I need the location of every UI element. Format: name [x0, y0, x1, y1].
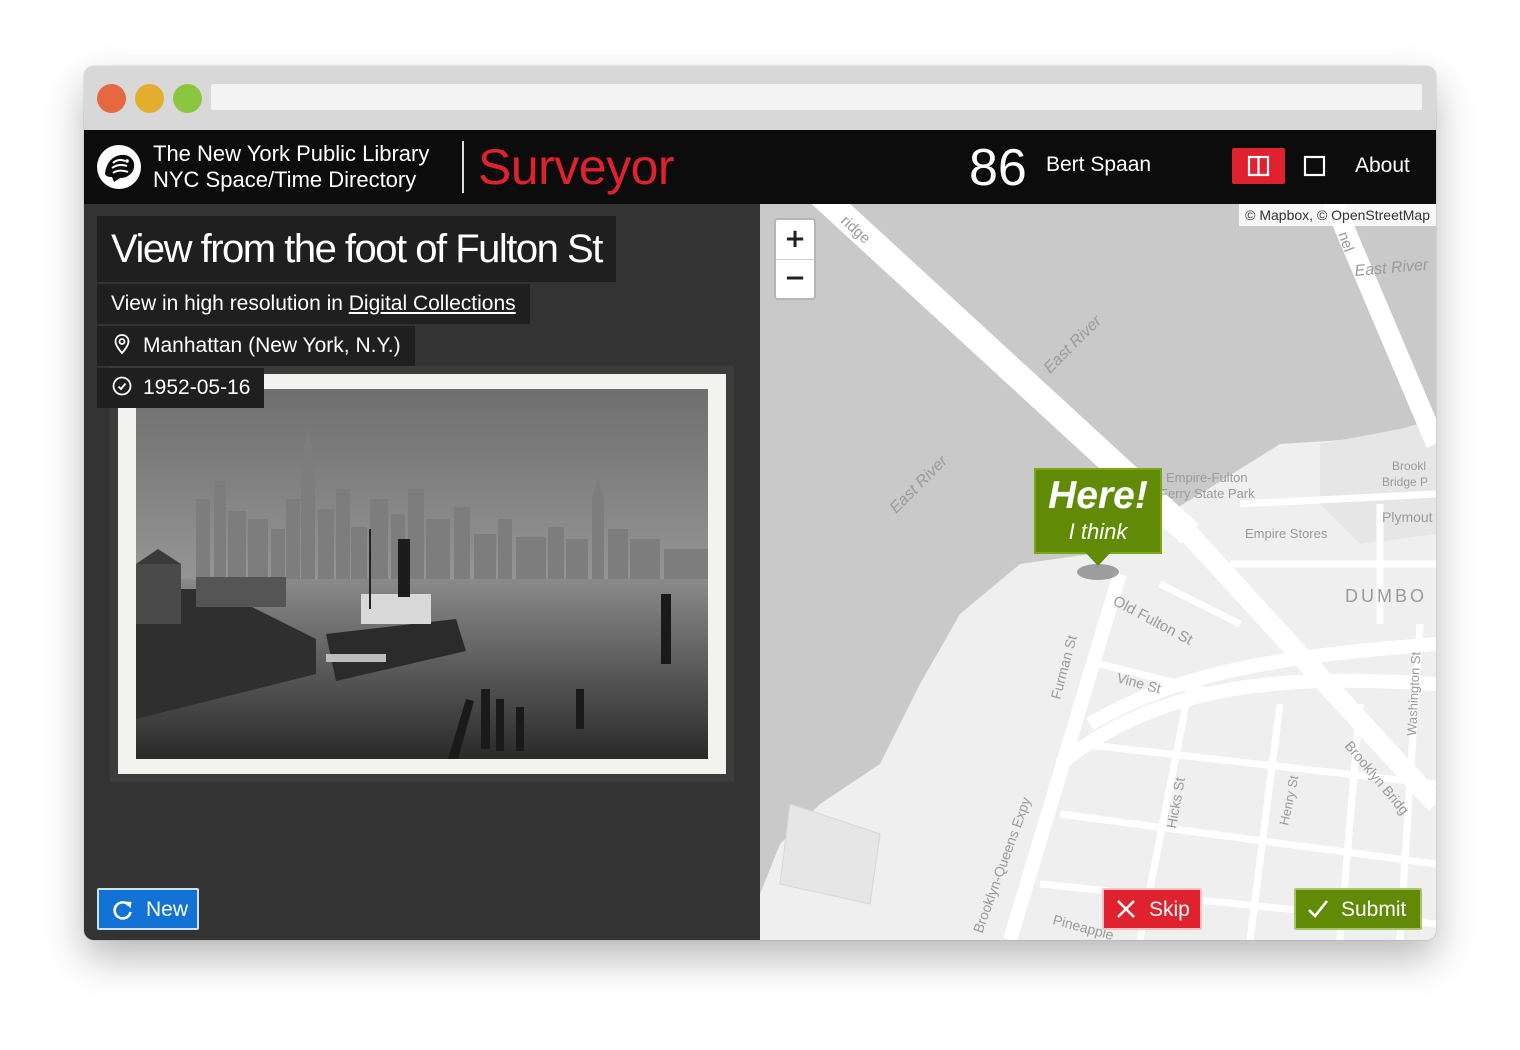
address-bar[interactable]	[211, 84, 1422, 110]
digital-collections-link[interactable]: Digital Collections	[349, 292, 516, 315]
marker-title: Here!	[1048, 474, 1148, 517]
minimize-window-button[interactable]	[135, 84, 164, 113]
split-view-button[interactable]	[1232, 148, 1285, 184]
photo-frame	[110, 366, 734, 782]
maximize-window-button[interactable]	[173, 84, 202, 113]
marker-subtitle: I think	[1068, 519, 1128, 544]
map-panel[interactable]: ridge nel East River East River East Riv…	[760, 204, 1436, 940]
header-divider	[462, 141, 464, 193]
map-label-empire-fulton-1: Empire-Fulton	[1166, 470, 1248, 485]
nav-about[interactable]: About	[1355, 154, 1410, 178]
item-panel: View from the foot of Fulton St View in …	[84, 204, 760, 940]
map-label-dumbo: DUMBO	[1345, 586, 1427, 606]
single-view-button[interactable]	[1300, 148, 1330, 184]
close-window-button[interactable]	[97, 84, 126, 113]
map-pin-icon	[114, 334, 130, 355]
zoom-control: + −	[774, 218, 816, 300]
zoom-out-button[interactable]: −	[776, 260, 814, 298]
hires-line: View in high resolution in Digital Colle…	[97, 284, 530, 324]
refresh-icon	[113, 901, 132, 920]
browser-titlebar	[84, 66, 1436, 130]
single-view-icon	[1303, 155, 1326, 177]
item-title: View from the foot of Fulton St	[97, 216, 616, 282]
close-icon	[1117, 900, 1135, 918]
app-name[interactable]: Surveyor	[478, 138, 675, 196]
skip-button[interactable]: Skip	[1102, 888, 1202, 930]
user-score: 86	[969, 139, 1027, 197]
app-header: The New York Public Library NYC Space/Ti…	[84, 130, 1436, 204]
map-label-empire-fulton-2: Ferry State Park	[1160, 486, 1255, 501]
browser-window: The New York Public Library NYC Space/Ti…	[84, 66, 1436, 940]
map-attribution[interactable]: © Mapbox, © OpenStreetMap	[1239, 204, 1436, 226]
skip-button-label: Skip	[1149, 898, 1190, 921]
item-date: 1952-05-16	[97, 368, 265, 408]
hires-prefix: View in high resolution in	[111, 292, 349, 315]
submit-button-label: Submit	[1341, 898, 1407, 921]
nypl-lion-icon[interactable]	[96, 144, 142, 190]
map-label-brooklyn-bridge-park-1: Brookl	[1392, 459, 1426, 473]
marker-shadow	[1077, 564, 1119, 580]
marker-pointer	[1085, 552, 1111, 566]
map-label-brooklyn-bridge-park-2: Bridge P	[1382, 475, 1428, 489]
org-name: The New York Public Library	[153, 141, 430, 166]
map-label-empire-stores: Empire Stores	[1245, 526, 1328, 541]
zoom-in-button[interactable]: +	[776, 220, 814, 258]
map-label-plymouth: Plymout	[1382, 509, 1433, 525]
submit-button[interactable]: Submit	[1294, 888, 1422, 930]
check-icon	[1308, 900, 1329, 918]
date-text: 1952-05-16	[143, 376, 251, 399]
location-marker[interactable]: Here! I think	[1034, 468, 1162, 554]
historic-photo[interactable]	[136, 389, 708, 759]
user-name[interactable]: Bert Spaan	[1046, 153, 1151, 177]
location-text: Manhattan (New York, N.Y.)	[143, 334, 401, 357]
new-button-label: New	[146, 898, 189, 921]
org-subtitle: NYC Space/Time Directory	[153, 167, 417, 192]
item-location: Manhattan (New York, N.Y.)	[97, 326, 415, 366]
split-view-icon	[1247, 155, 1270, 177]
new-item-button[interactable]: New	[97, 888, 199, 930]
clock-icon	[112, 377, 132, 396]
photo-card	[118, 374, 726, 774]
